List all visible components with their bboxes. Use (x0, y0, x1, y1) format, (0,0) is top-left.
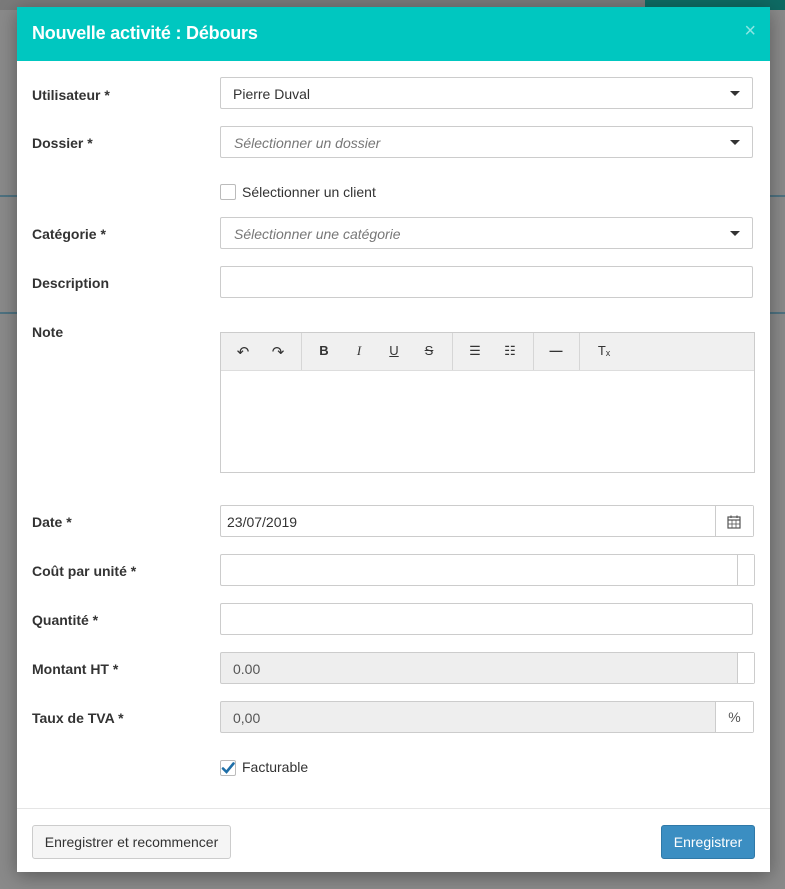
toolbar-separator (579, 333, 580, 370)
categorie-label: Catégorie * (32, 226, 106, 242)
toolbar-separator (533, 333, 534, 370)
categorie-select[interactable]: Sélectionner une catégorie (220, 217, 753, 249)
calendar-icon (727, 515, 741, 529)
facturable-checkbox[interactable] (220, 760, 236, 776)
date-addon[interactable] (715, 506, 753, 536)
taux-tva-value: 0,00 (233, 710, 261, 726)
chevron-down-icon (730, 91, 740, 96)
strikethrough-icon[interactable]: S (418, 343, 440, 361)
description-label: Description (32, 275, 110, 291)
modal-title: Nouvelle activité : Débours (32, 23, 258, 43)
montant-ht-label: Montant HT * (32, 661, 119, 677)
facturable-label: Facturable (242, 759, 309, 775)
date-input[interactable]: 23/07/2019 (220, 505, 754, 537)
bullet-list-icon[interactable]: ☰ (464, 343, 486, 361)
save-and-restart-button[interactable]: Enregistrer et recommencer (32, 825, 231, 859)
redo-icon[interactable]: ↷ (267, 343, 289, 361)
description-input[interactable] (220, 266, 753, 298)
toolbar-separator (452, 333, 453, 370)
montant-ht-addon (737, 653, 754, 683)
select-client-label: Sélectionner un client (242, 184, 376, 200)
underline-icon[interactable]: U (383, 343, 405, 361)
toolbar-separator (301, 333, 302, 370)
dossier-label: Dossier * (32, 135, 93, 151)
dossier-select[interactable]: Sélectionner un dossier (220, 126, 753, 158)
select-client-checkbox[interactable] (220, 184, 236, 200)
cout-unite-input[interactable] (220, 554, 755, 586)
utilisateur-label: Utilisateur * (32, 87, 110, 103)
horizontal-rule-icon[interactable]: — (545, 343, 567, 361)
taux-tva-input: 0,00 % (220, 701, 754, 733)
cout-unite-addon (737, 555, 754, 585)
dossier-placeholder: Sélectionner un dossier (234, 135, 381, 151)
quantite-label: Quantité * (32, 612, 99, 628)
activity-modal: Nouvelle activité : Débours × Utilisateu… (17, 7, 770, 872)
taux-tva-label: Taux de TVA * (32, 710, 124, 726)
modal-footer: Enregistrer et recommencer Enregistrer (17, 808, 770, 873)
montant-ht-input: 0.00 (220, 652, 755, 684)
clear-format-icon[interactable]: Tₓ (593, 343, 615, 361)
editor-toolbar: ↶ ↷ B I U S ☰ ☷ — Tₓ (221, 333, 754, 371)
percent-addon: % (715, 702, 753, 732)
save-button[interactable]: Enregistrer (661, 825, 755, 859)
note-textarea[interactable] (221, 371, 754, 473)
quantite-input[interactable] (220, 603, 753, 635)
undo-icon[interactable]: ↶ (232, 343, 254, 361)
utilisateur-value: Pierre Duval (233, 86, 311, 102)
bold-icon[interactable]: B (313, 343, 335, 361)
checkmark-icon (221, 762, 235, 774)
numbered-list-icon[interactable]: ☷ (499, 343, 521, 361)
note-label: Note (32, 324, 64, 340)
montant-ht-value: 0.00 (233, 661, 261, 677)
cout-unite-label: Coût par unité * (32, 563, 137, 579)
date-label: Date * (32, 514, 72, 530)
utilisateur-select[interactable]: Pierre Duval (220, 77, 753, 109)
categorie-placeholder: Sélectionner une catégorie (234, 226, 401, 242)
italic-icon[interactable]: I (348, 343, 370, 361)
chevron-down-icon (730, 140, 740, 145)
date-value: 23/07/2019 (227, 514, 298, 530)
chevron-down-icon (730, 231, 740, 236)
note-editor: ↶ ↷ B I U S ☰ ☷ — Tₓ (220, 332, 755, 473)
modal-header: Nouvelle activité : Débours × (17, 7, 770, 61)
close-icon[interactable]: × (744, 21, 756, 41)
